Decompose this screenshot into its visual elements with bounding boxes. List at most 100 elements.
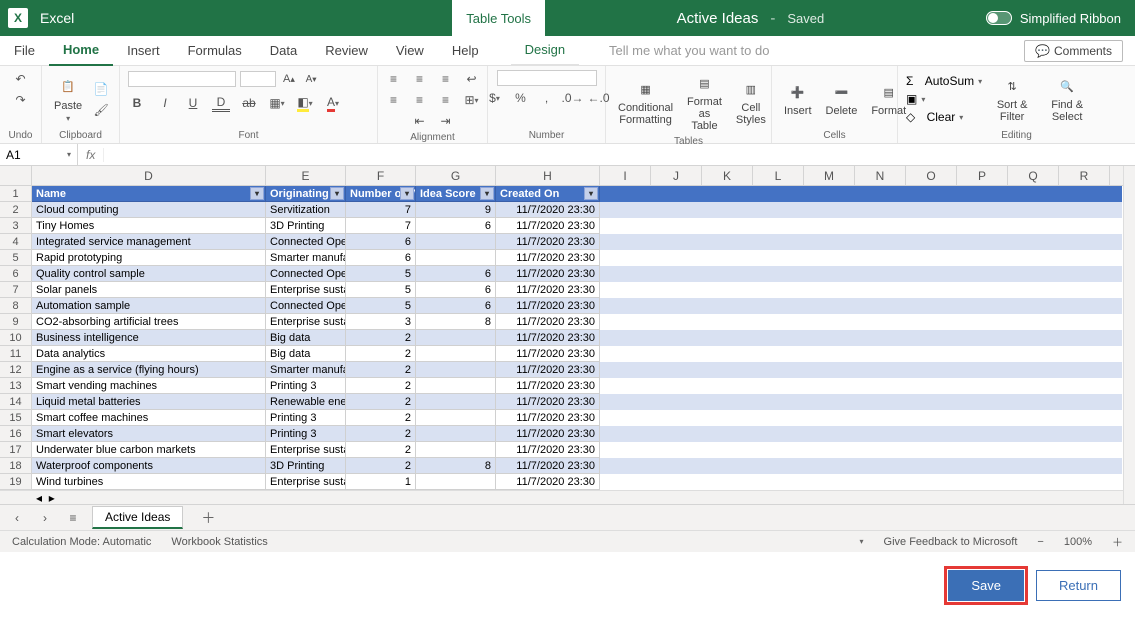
cell[interactable]: Waterproof components bbox=[32, 458, 266, 474]
column-header-H[interactable]: H bbox=[496, 166, 600, 185]
cell[interactable]: Cloud computing bbox=[32, 202, 266, 218]
row-header[interactable]: 18 bbox=[0, 458, 31, 474]
row-header[interactable]: 14 bbox=[0, 394, 31, 410]
delete-cells-button[interactable]: ➖Delete bbox=[822, 79, 862, 119]
indent-decrease-icon[interactable]: ⇤ bbox=[411, 112, 429, 130]
tab-help[interactable]: Help bbox=[438, 36, 493, 66]
sheet-tab-active[interactable]: Active Ideas bbox=[92, 506, 183, 529]
cell[interactable]: Smart coffee machines bbox=[32, 410, 266, 426]
number-format-picker[interactable] bbox=[497, 70, 597, 86]
cell[interactable]: Underwater blue carbon markets bbox=[32, 442, 266, 458]
cell[interactable]: 7 bbox=[346, 218, 416, 234]
column-header-F[interactable]: F bbox=[346, 166, 416, 185]
currency-icon[interactable]: $▾ bbox=[486, 89, 504, 107]
cell[interactable]: 11/7/2020 23:30 bbox=[496, 346, 600, 362]
redo-icon[interactable]: ↷ bbox=[12, 91, 30, 109]
cell[interactable]: 2 bbox=[346, 346, 416, 362]
cell[interactable]: 11/7/2020 23:30 bbox=[496, 298, 600, 314]
cell[interactable]: Enterprise susta bbox=[266, 282, 346, 298]
row-header[interactable]: 17 bbox=[0, 442, 31, 458]
tab-design[interactable]: Design bbox=[511, 36, 579, 66]
cell[interactable] bbox=[416, 410, 496, 426]
conditional-formatting-button[interactable]: ▦Conditional Formatting bbox=[614, 76, 677, 128]
table-row[interactable]: Liquid metal batteriesRenewable ener211/… bbox=[32, 394, 1122, 410]
cell[interactable]: 9 bbox=[416, 202, 496, 218]
cell[interactable]: 2 bbox=[346, 378, 416, 394]
cell[interactable]: Data analytics bbox=[32, 346, 266, 362]
tab-formulas[interactable]: Formulas bbox=[174, 36, 256, 66]
cell[interactable]: Business intelligence bbox=[32, 330, 266, 346]
cell[interactable] bbox=[416, 362, 496, 378]
decrease-font-icon[interactable]: A▾ bbox=[302, 70, 320, 88]
cell[interactable]: 11/7/2020 23:30 bbox=[496, 202, 600, 218]
cell[interactable]: 11/7/2020 23:30 bbox=[496, 282, 600, 298]
cell[interactable] bbox=[416, 250, 496, 266]
return-button[interactable]: Return bbox=[1036, 570, 1121, 601]
clear-button[interactable]: ◇ Clear▾ bbox=[906, 110, 982, 124]
name-box[interactable]: A1▾ bbox=[0, 144, 78, 165]
save-button[interactable]: Save bbox=[948, 570, 1024, 601]
cell[interactable]: 6 bbox=[416, 282, 496, 298]
row-header[interactable]: 4 bbox=[0, 234, 31, 250]
align-right-icon[interactable]: ≡ bbox=[437, 91, 455, 109]
sheet-prev-icon[interactable]: ‹ bbox=[8, 509, 26, 527]
cell[interactable]: Enterprise susta bbox=[266, 442, 346, 458]
doc-title[interactable]: Active Ideas - Saved bbox=[515, 10, 986, 27]
column-header-J[interactable]: J bbox=[651, 166, 702, 185]
double-underline-button[interactable]: D bbox=[212, 94, 230, 112]
filter-button[interactable]: ▾ bbox=[250, 187, 264, 200]
cell[interactable]: 11/7/2020 23:30 bbox=[496, 218, 600, 234]
cell[interactable]: Big data bbox=[266, 346, 346, 362]
fill-color-button[interactable]: ◧▾ bbox=[296, 94, 314, 112]
cell[interactable]: 6 bbox=[346, 250, 416, 266]
column-header-K[interactable]: K bbox=[702, 166, 753, 185]
table-row[interactable]: Wind turbinesEnterprise susta111/7/2020 … bbox=[32, 474, 1122, 490]
table-row[interactable]: Underwater blue carbon marketsEnterprise… bbox=[32, 442, 1122, 458]
zoom-out-button[interactable]: − bbox=[1037, 536, 1043, 548]
cell[interactable]: Liquid metal batteries bbox=[32, 394, 266, 410]
row-header[interactable]: 13 bbox=[0, 378, 31, 394]
cell[interactable]: Connected Oper bbox=[266, 298, 346, 314]
border-button[interactable]: ▦▾ bbox=[268, 94, 286, 112]
sort-filter-button[interactable]: ⇅Sort & Filter bbox=[988, 73, 1036, 125]
cell[interactable]: 6 bbox=[416, 266, 496, 282]
comments-button[interactable]: 💬 Comments bbox=[1024, 40, 1123, 62]
table-row[interactable]: Waterproof components3D Printing2811/7/2… bbox=[32, 458, 1122, 474]
row-header[interactable]: 8 bbox=[0, 298, 31, 314]
table-row[interactable]: Tiny Homes3D Printing7611/7/2020 23:30 bbox=[32, 218, 1122, 234]
percent-icon[interactable]: % bbox=[512, 89, 530, 107]
cell[interactable]: 1 bbox=[346, 474, 416, 490]
sheet-list-icon[interactable]: ≡ bbox=[64, 509, 82, 527]
cell[interactable]: 2 bbox=[346, 330, 416, 346]
font-size-picker[interactable] bbox=[240, 71, 276, 87]
header-score[interactable]: Idea Score▾ bbox=[416, 186, 496, 202]
header-created[interactable]: Created On▾ bbox=[496, 186, 600, 202]
cell[interactable]: 6 bbox=[416, 298, 496, 314]
cell[interactable]: 11/7/2020 23:30 bbox=[496, 426, 600, 442]
cell[interactable]: Enterprise susta bbox=[266, 474, 346, 490]
table-row[interactable]: Automation sampleConnected Oper5611/7/20… bbox=[32, 298, 1122, 314]
cell[interactable]: 8 bbox=[416, 314, 496, 330]
cell[interactable]: Smart elevators bbox=[32, 426, 266, 442]
cell[interactable]: Smarter manufa bbox=[266, 362, 346, 378]
cell[interactable]: Solar panels bbox=[32, 282, 266, 298]
cell[interactable]: 2 bbox=[346, 458, 416, 474]
cell-area[interactable]: Name▾ Originating cl▾ Number of V▾ Idea … bbox=[32, 186, 1122, 490]
cell[interactable]: 11/7/2020 23:30 bbox=[496, 458, 600, 474]
cell[interactable]: Renewable ener bbox=[266, 394, 346, 410]
table-row[interactable]: Engine as a service (flying hours)Smarte… bbox=[32, 362, 1122, 378]
column-header-I[interactable]: I bbox=[600, 166, 651, 185]
cell[interactable]: 5 bbox=[346, 282, 416, 298]
indent-increase-icon[interactable]: ⇥ bbox=[437, 112, 455, 130]
cell[interactable]: Printing 3 bbox=[266, 410, 346, 426]
header-origin[interactable]: Originating cl▾ bbox=[266, 186, 346, 202]
cell[interactable]: Automation sample bbox=[32, 298, 266, 314]
cell[interactable]: 7 bbox=[346, 202, 416, 218]
table-row[interactable]: CO2-absorbing artificial treesEnterprise… bbox=[32, 314, 1122, 330]
cell[interactable]: 11/7/2020 23:30 bbox=[496, 394, 600, 410]
cell[interactable]: Wind turbines bbox=[32, 474, 266, 490]
column-header-G[interactable]: G bbox=[416, 166, 496, 185]
cell[interactable]: 5 bbox=[346, 266, 416, 282]
align-left-icon[interactable]: ≡ bbox=[385, 91, 403, 109]
cell[interactable]: 3 bbox=[346, 314, 416, 330]
